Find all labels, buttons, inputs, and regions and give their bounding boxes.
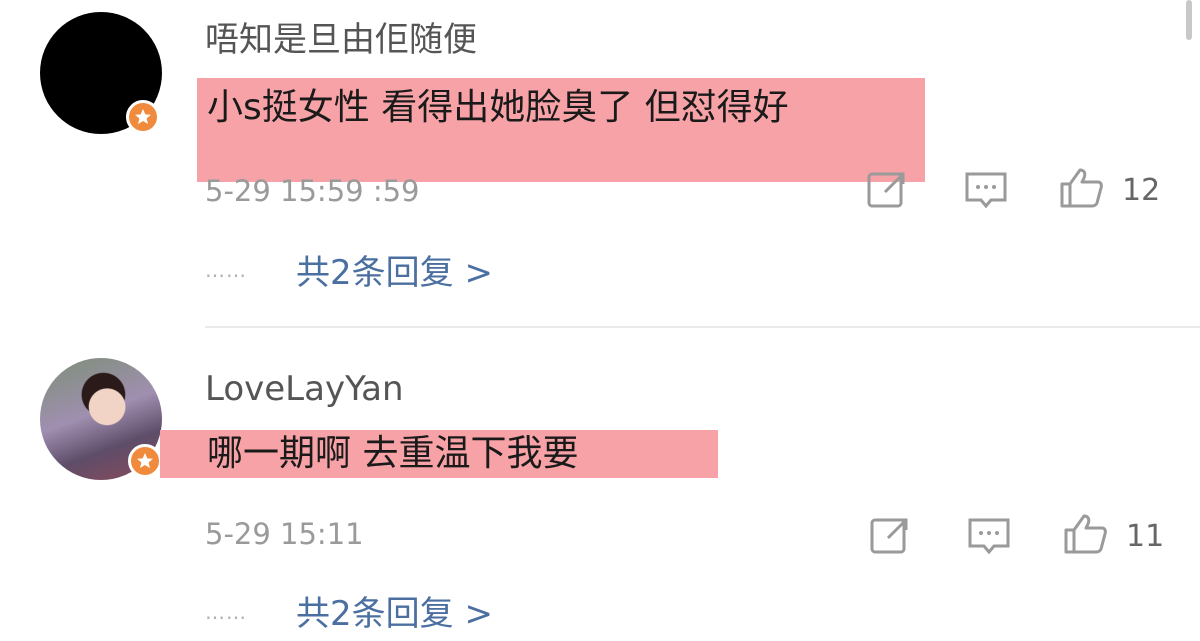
like-count: 12 <box>1122 173 1161 208</box>
comment-icon[interactable] <box>966 516 1012 558</box>
comment-text: 小s挺女性 看得出她脸臭了 但怼得好 <box>207 87 789 128</box>
star-badge-icon <box>126 100 160 134</box>
timestamp: 5-29 15:11 <box>205 517 364 551</box>
timestamp: 5-29 15:59 :59 <box>205 174 420 208</box>
ellipsis: …… <box>205 258 247 282</box>
share-icon[interactable] <box>868 514 914 556</box>
comment-item: LoveLayYan 哪一期啊 去重温下我要 5-29 15:11 11 …… … <box>0 330 1200 641</box>
like-count: 11 <box>1126 519 1165 554</box>
username[interactable]: 唔知是旦由佢随便 <box>205 23 477 57</box>
view-replies-link[interactable]: 共2条回复 > <box>296 256 493 290</box>
star-badge-icon <box>128 444 162 478</box>
ellipsis: …… <box>205 600 247 624</box>
thumbs-up-icon[interactable] <box>1062 512 1108 554</box>
thumbs-up-icon[interactable] <box>1058 166 1104 208</box>
comment-item: 唔知是旦由佢随便 小s挺女性 看得出她脸臭了 但怼得好 5-29 15:59 :… <box>0 0 1200 320</box>
comment-icon[interactable] <box>963 170 1009 212</box>
share-icon[interactable] <box>865 168 911 210</box>
view-replies-link[interactable]: 共2条回复 > <box>296 597 493 631</box>
divider <box>205 326 1200 328</box>
username[interactable]: LoveLayYan <box>205 372 404 406</box>
comment-text: 哪一期啊 去重温下我要 <box>207 433 579 474</box>
